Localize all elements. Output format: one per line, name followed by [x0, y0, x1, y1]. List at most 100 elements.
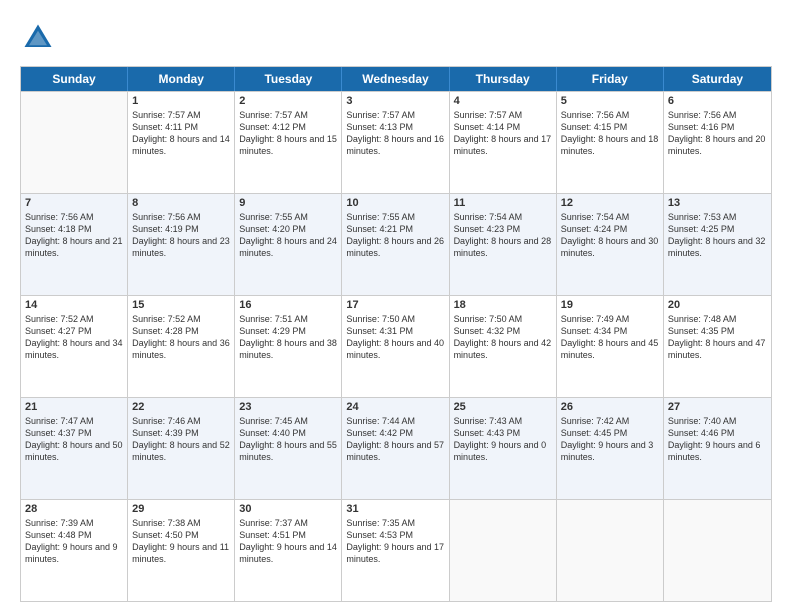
day-number: 23 [239, 401, 337, 413]
cell-info: Sunrise: 7:53 AM Sunset: 4:25 PM Dayligh… [668, 211, 767, 260]
day-number: 30 [239, 503, 337, 515]
cell-info: Sunrise: 7:57 AM Sunset: 4:12 PM Dayligh… [239, 109, 337, 158]
cal-cell: 24 Sunrise: 7:44 AM Sunset: 4:42 PM Dayli… [342, 398, 449, 499]
day-number: 14 [25, 299, 123, 311]
calendar-header: SundayMondayTuesdayWednesdayThursdayFrid… [21, 67, 771, 91]
cal-cell: 1 Sunrise: 7:57 AM Sunset: 4:11 PM Daylig… [128, 92, 235, 193]
day-number: 6 [668, 95, 767, 107]
header-day-thursday: Thursday [450, 67, 557, 91]
day-number: 10 [346, 197, 444, 209]
header-day-friday: Friday [557, 67, 664, 91]
cal-cell: 10Sunrise: 7:55 AM Sunset: 4:21 PM Dayli… [342, 194, 449, 295]
day-number: 24 [346, 401, 444, 413]
cell-info: Sunrise: 7:40 AM Sunset: 4:46 PM Dayligh… [668, 415, 767, 464]
cal-cell: 21Sunrise: 7:47 AM Sunset: 4:37 PM Dayli… [21, 398, 128, 499]
cell-info: Sunrise: 7:56 AM Sunset: 4:16 PM Dayligh… [668, 109, 767, 158]
cal-cell: 20 Sunrise: 7:48 AM Sunset: 4:35 PM Dayli… [664, 296, 771, 397]
day-number: 28 [25, 503, 123, 515]
cell-info: Sunrise: 7:54 AM Sunset: 4:23 PM Dayligh… [454, 211, 552, 260]
cal-cell: 23 Sunrise: 7:45 AM Sunset: 4:40 PM Dayli… [235, 398, 342, 499]
cal-cell: 27 Sunrise: 7:40 AM Sunset: 4:46 PM Dayli… [664, 398, 771, 499]
day-number: 11 [454, 197, 552, 209]
cell-info: Sunrise: 7:37 AM Sunset: 4:51 PM Dayligh… [239, 517, 337, 566]
cal-cell: 6 Sunrise: 7:56 AM Sunset: 4:16 PM Daylig… [664, 92, 771, 193]
calendar-row-3: 14 Sunrise: 7:52 AM Sunset: 4:27 PM Dayli… [21, 295, 771, 397]
day-number: 25 [454, 401, 552, 413]
cell-info: Sunrise: 7:44 AM Sunset: 4:42 PM Dayligh… [346, 415, 444, 464]
logo-icon [20, 20, 56, 56]
cal-cell: 14 Sunrise: 7:52 AM Sunset: 4:27 PM Dayli… [21, 296, 128, 397]
cell-info: Sunrise: 7:39 AM Sunset: 4:48 PM Dayligh… [25, 517, 123, 566]
day-number: 5 [561, 95, 659, 107]
cell-info: Sunrise: 7:54 AM Sunset: 4:24 PM Dayligh… [561, 211, 659, 260]
cal-cell: 13Sunrise: 7:53 AM Sunset: 4:25 PM Dayli… [664, 194, 771, 295]
cal-cell: 29 Sunrise: 7:38 AM Sunset: 4:50 PM Dayli… [128, 500, 235, 601]
day-number: 17 [346, 299, 444, 311]
page: SundayMondayTuesdayWednesdayThursdayFrid… [0, 0, 792, 612]
calendar-row-4: 21Sunrise: 7:47 AM Sunset: 4:37 PM Dayli… [21, 397, 771, 499]
cell-info: Sunrise: 7:56 AM Sunset: 4:15 PM Dayligh… [561, 109, 659, 158]
cal-cell: 15 Sunrise: 7:52 AM Sunset: 4:28 PM Dayli… [128, 296, 235, 397]
cal-cell: 18Sunrise: 7:50 AM Sunset: 4:32 PM Dayli… [450, 296, 557, 397]
header-day-monday: Monday [128, 67, 235, 91]
day-number: 22 [132, 401, 230, 413]
day-number: 9 [239, 197, 337, 209]
cal-cell [450, 500, 557, 601]
cal-cell [664, 500, 771, 601]
day-number: 12 [561, 197, 659, 209]
cal-cell [557, 500, 664, 601]
day-number: 31 [346, 503, 444, 515]
cell-info: Sunrise: 7:57 AM Sunset: 4:11 PM Dayligh… [132, 109, 230, 158]
day-number: 1 [132, 95, 230, 107]
cal-cell: 26 Sunrise: 7:42 AM Sunset: 4:45 PM Dayli… [557, 398, 664, 499]
day-number: 3 [346, 95, 444, 107]
cell-info: Sunrise: 7:45 AM Sunset: 4:40 PM Dayligh… [239, 415, 337, 464]
cell-info: Sunrise: 7:56 AM Sunset: 4:18 PM Dayligh… [25, 211, 123, 260]
calendar-row-2: 7Sunrise: 7:56 AM Sunset: 4:18 PM Daylig… [21, 193, 771, 295]
cal-cell: 17Sunrise: 7:50 AM Sunset: 4:31 PM Dayli… [342, 296, 449, 397]
day-number: 18 [454, 299, 552, 311]
calendar-body: 1 Sunrise: 7:57 AM Sunset: 4:11 PM Daylig… [21, 91, 771, 601]
cal-cell: 12 Sunrise: 7:54 AM Sunset: 4:24 PM Dayli… [557, 194, 664, 295]
day-number: 16 [239, 299, 337, 311]
day-number: 2 [239, 95, 337, 107]
header-day-wednesday: Wednesday [342, 67, 449, 91]
header-day-sunday: Sunday [21, 67, 128, 91]
cell-info: Sunrise: 7:56 AM Sunset: 4:19 PM Dayligh… [132, 211, 230, 260]
cell-info: Sunrise: 7:43 AM Sunset: 4:43 PM Dayligh… [454, 415, 552, 464]
cal-cell: 5 Sunrise: 7:56 AM Sunset: 4:15 PM Daylig… [557, 92, 664, 193]
day-number: 15 [132, 299, 230, 311]
cal-cell: 3 Sunrise: 7:57 AM Sunset: 4:13 PM Daylig… [342, 92, 449, 193]
cal-cell: 11 Sunrise: 7:54 AM Sunset: 4:23 PM Dayli… [450, 194, 557, 295]
cal-cell: 31 Sunrise: 7:35 AM Sunset: 4:53 PM Dayli… [342, 500, 449, 601]
cell-info: Sunrise: 7:57 AM Sunset: 4:14 PM Dayligh… [454, 109, 552, 158]
cell-info: Sunrise: 7:52 AM Sunset: 4:27 PM Dayligh… [25, 313, 123, 362]
header [20, 20, 772, 56]
cell-info: Sunrise: 7:46 AM Sunset: 4:39 PM Dayligh… [132, 415, 230, 464]
day-number: 4 [454, 95, 552, 107]
cell-info: Sunrise: 7:49 AM Sunset: 4:34 PM Dayligh… [561, 313, 659, 362]
cal-cell: 9 Sunrise: 7:55 AM Sunset: 4:20 PM Daylig… [235, 194, 342, 295]
cell-info: Sunrise: 7:38 AM Sunset: 4:50 PM Dayligh… [132, 517, 230, 566]
day-number: 27 [668, 401, 767, 413]
calendar-row-5: 28 Sunrise: 7:39 AM Sunset: 4:48 PM Dayli… [21, 499, 771, 601]
cal-cell: 19 Sunrise: 7:49 AM Sunset: 4:34 PM Dayli… [557, 296, 664, 397]
cal-cell [21, 92, 128, 193]
cal-cell: 8Sunrise: 7:56 AM Sunset: 4:19 PM Daylig… [128, 194, 235, 295]
cell-info: Sunrise: 7:55 AM Sunset: 4:20 PM Dayligh… [239, 211, 337, 260]
cell-info: Sunrise: 7:35 AM Sunset: 4:53 PM Dayligh… [346, 517, 444, 566]
calendar-row-1: 1 Sunrise: 7:57 AM Sunset: 4:11 PM Daylig… [21, 91, 771, 193]
cal-cell: 28 Sunrise: 7:39 AM Sunset: 4:48 PM Dayli… [21, 500, 128, 601]
cell-info: Sunrise: 7:48 AM Sunset: 4:35 PM Dayligh… [668, 313, 767, 362]
cell-info: Sunrise: 7:47 AM Sunset: 4:37 PM Dayligh… [25, 415, 123, 464]
day-number: 19 [561, 299, 659, 311]
day-number: 26 [561, 401, 659, 413]
header-day-saturday: Saturday [664, 67, 771, 91]
day-number: 29 [132, 503, 230, 515]
cell-info: Sunrise: 7:57 AM Sunset: 4:13 PM Dayligh… [346, 109, 444, 158]
cal-cell: 30 Sunrise: 7:37 AM Sunset: 4:51 PM Dayli… [235, 500, 342, 601]
cell-info: Sunrise: 7:42 AM Sunset: 4:45 PM Dayligh… [561, 415, 659, 464]
cell-info: Sunrise: 7:52 AM Sunset: 4:28 PM Dayligh… [132, 313, 230, 362]
cal-cell: 25 Sunrise: 7:43 AM Sunset: 4:43 PM Dayli… [450, 398, 557, 499]
day-number: 20 [668, 299, 767, 311]
